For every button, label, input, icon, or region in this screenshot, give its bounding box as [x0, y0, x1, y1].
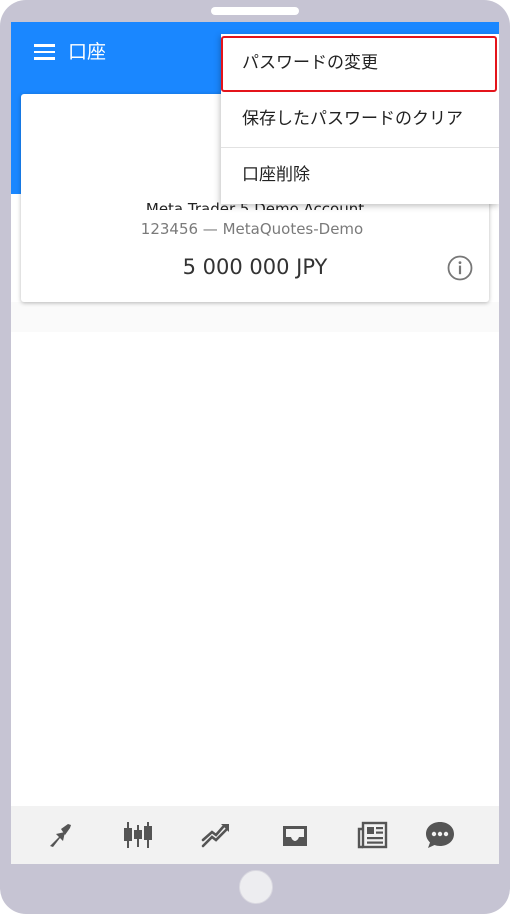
nav-quotes-button[interactable] — [43, 818, 77, 852]
menu-item-delete-account[interactable]: 口座削除 — [221, 148, 499, 204]
nav-trade-button[interactable] — [199, 818, 233, 852]
bottom-navigation — [11, 806, 499, 864]
chat-bubble-icon — [426, 822, 454, 848]
menu-item-label: パスワードの変更 — [242, 53, 378, 73]
device-speaker — [211, 7, 299, 15]
account-balance: 5 000 000 JPY — [182, 255, 328, 279]
overflow-menu: パスワードの変更 保存したパスワードのクリア 口座削除 — [221, 34, 499, 204]
device-home-button[interactable] — [239, 870, 273, 904]
info-icon[interactable] — [447, 255, 473, 281]
app-screen: 口座 Meta Trader 5 Demo Account 123456 — M… — [11, 22, 499, 864]
device-frame: 口座 Meta Trader 5 Demo Account 123456 — M… — [0, 0, 510, 914]
menu-item-label: 口座削除 — [242, 165, 310, 185]
hamburger-menu-icon[interactable] — [34, 44, 55, 60]
quotes-arrows-icon — [50, 824, 71, 847]
content-background — [11, 302, 499, 332]
nav-chart-button[interactable] — [121, 818, 155, 852]
nav-news-button[interactable] — [356, 818, 390, 852]
candlestick-chart-icon — [124, 822, 152, 848]
menu-item-label: 保存したパスワードのクリア — [242, 109, 463, 129]
menu-item-clear-saved-password[interactable]: 保存したパスワードのクリア — [221, 92, 499, 148]
trade-line-icon — [201, 824, 229, 848]
inbox-icon — [283, 826, 307, 846]
account-server-wrap: 123456 — MetaQuotes-Demo — [113, 216, 391, 242]
nav-chat-button[interactable] — [423, 818, 457, 852]
account-server: 123456 — MetaQuotes-Demo — [140, 220, 364, 238]
news-icon — [357, 821, 388, 849]
menu-item-change-password[interactable]: パスワードの変更 — [221, 36, 499, 92]
nav-mailbox-button[interactable] — [278, 818, 312, 852]
page-title: 口座 — [68, 41, 107, 63]
